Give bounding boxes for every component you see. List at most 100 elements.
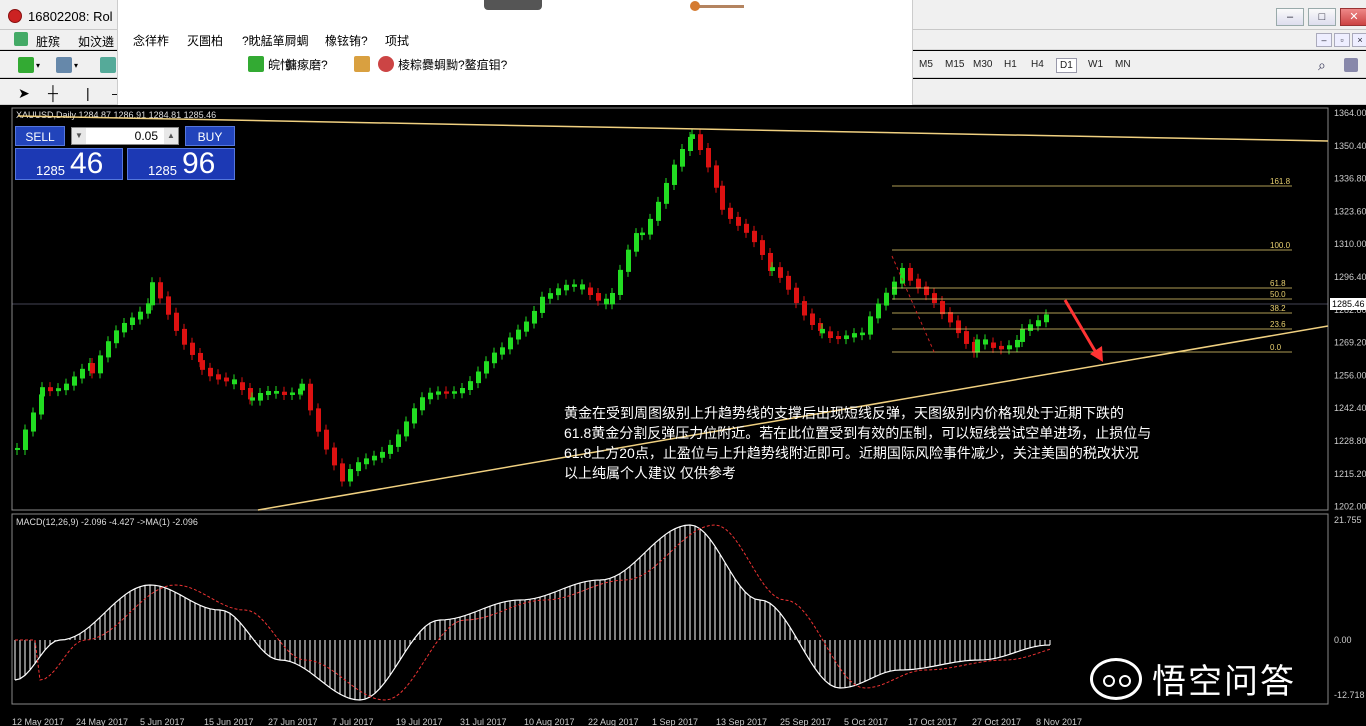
window-title: 16802208: Rol — [28, 9, 113, 24]
chart-icon — [14, 32, 28, 46]
lot-size-input[interactable]: ▼ 0.05 ▲ — [71, 127, 179, 145]
new-chart-button[interactable]: ▾ — [18, 55, 40, 75]
candle-body — [618, 269, 623, 295]
candle-body — [778, 267, 783, 278]
sell-button[interactable]: SELL — [15, 126, 65, 146]
candle-body — [540, 296, 545, 313]
price-tick-label: 1296.40 — [1334, 272, 1366, 282]
candle-body — [736, 216, 741, 226]
candle-body — [412, 408, 417, 424]
date-tick-label: 13 Sep 2017 — [716, 717, 767, 726]
candle-body — [900, 267, 905, 284]
buy-price[interactable]: 1285 96 — [127, 147, 235, 180]
date-tick-label: 31 Jul 2017 — [460, 717, 507, 726]
candle-body — [500, 347, 505, 355]
candle-body — [648, 218, 653, 235]
lot-increase-icon[interactable]: ▲ — [164, 128, 178, 144]
watermark: 悟空问答 — [1090, 654, 1296, 703]
market-watch-button[interactable] — [100, 55, 116, 75]
order-icon — [248, 56, 264, 72]
candle-body — [810, 313, 815, 325]
macd-tick-label: 0.00 — [1334, 635, 1352, 645]
mdi-close-button[interactable]: × — [1352, 33, 1366, 47]
timeframe-mn[interactable]: MN — [1112, 58, 1134, 71]
analysis-annotation: 黄金在受到周图级别上升趋势线的支撑后出现短线反弹，天图级别内价格现处于近期下跌的… — [564, 403, 1254, 483]
history-button[interactable]: 鳙瘃磨? — [285, 53, 328, 75]
minimize-button[interactable]: – — [1276, 8, 1304, 26]
candle-body — [492, 352, 497, 364]
candle-body — [876, 303, 881, 319]
candle-body — [31, 412, 36, 432]
experts-button[interactable] — [354, 53, 376, 75]
candle-body — [932, 293, 937, 304]
candle-body — [356, 462, 361, 472]
profiles-button[interactable]: ▾ — [56, 55, 78, 75]
macd-tick-label: -12.718 — [1334, 690, 1365, 700]
candle-body — [975, 339, 980, 353]
candle-body — [404, 421, 409, 437]
timeframe-m15[interactable]: M15 — [942, 58, 967, 71]
fib-level-label: 23.6 — [1270, 320, 1286, 329]
timeframe-m30[interactable]: M30 — [970, 58, 995, 71]
candle-body — [266, 391, 271, 396]
autotrading-button[interactable]: 棱粽爨蜩黝?鳌疽钼? — [378, 53, 507, 75]
candle-body — [388, 444, 393, 454]
timeframe-w1[interactable]: W1 — [1085, 58, 1106, 71]
price-tick-label: 1336.80 — [1334, 174, 1366, 184]
price-tick-label: 1364.00 — [1334, 108, 1366, 118]
timeframe-d1[interactable]: D1 — [1056, 58, 1077, 73]
popup-menu-item[interactable]: ?眈艋箪屙蜩 — [242, 32, 309, 49]
date-tick-label: 12 May 2017 — [12, 717, 64, 726]
expert-icon — [354, 56, 370, 72]
menu-item[interactable]: 如汶遴 — [78, 33, 114, 50]
close-button[interactable]: ✕ — [1340, 8, 1366, 26]
candle-body — [548, 293, 553, 299]
timeframe-h4[interactable]: H4 — [1028, 58, 1047, 71]
candle-body — [232, 379, 237, 385]
community-button[interactable] — [1344, 55, 1358, 75]
candle-body — [40, 387, 45, 397]
macd-header: MACD(12,26,9) -2.096 -4.427 ->MA(1) -2.0… — [16, 517, 198, 527]
mdi-restore-button[interactable]: ▫ — [1334, 33, 1350, 47]
menu-item[interactable]: 脏殡 — [36, 33, 60, 50]
maximize-button[interactable]: □ — [1308, 8, 1336, 26]
crosshair-tool[interactable]: ┼ — [48, 83, 58, 103]
candle-body — [174, 312, 179, 331]
fib-level-label: 161.8 — [1270, 177, 1291, 186]
candle-body — [1020, 328, 1025, 342]
timeframe-m5[interactable]: M5 — [916, 58, 936, 71]
date-tick-label: 17 Oct 2017 — [908, 717, 957, 726]
timeframe-h1[interactable]: H1 — [1001, 58, 1020, 71]
lot-decrease-icon[interactable]: ▼ — [72, 128, 86, 144]
candle-body — [760, 240, 765, 255]
search-button[interactable]: ⌕ — [1318, 55, 1326, 75]
date-tick-label: 19 Jul 2017 — [396, 717, 443, 726]
date-tick-label: 25 Sep 2017 — [780, 717, 831, 726]
mdi-minimize-button[interactable]: – — [1316, 33, 1332, 47]
candle-body — [706, 148, 711, 168]
candle-body — [991, 342, 996, 348]
popup-menu-item[interactable]: 项拭 — [385, 32, 409, 49]
vertical-line-tool[interactable]: | — [86, 83, 90, 103]
chart-window[interactable]: 1364.00 1350.40 1336.80 1323.60 1310.00 1296.… — [0, 106, 1366, 726]
candle-body — [1028, 324, 1033, 331]
cursor-tool[interactable]: ➤ — [18, 83, 30, 103]
candle-body — [786, 275, 791, 290]
candle-body — [428, 392, 433, 400]
price-tick-label: 1269.20 — [1334, 338, 1366, 348]
candle-body — [588, 287, 593, 296]
sell-price[interactable]: 1285 46 — [15, 147, 123, 180]
candle-body — [114, 330, 119, 344]
candle-body — [90, 363, 95, 374]
candle-body — [372, 455, 377, 461]
popup-menu-item[interactable]: 念徉柞 — [133, 32, 169, 49]
slider-thumb[interactable] — [690, 1, 700, 11]
popup-menu-item[interactable]: 橡铉铕? — [325, 32, 368, 49]
candle-body — [290, 392, 295, 395]
candle-body — [182, 328, 187, 345]
candle-body — [316, 408, 321, 432]
popup-menu-item[interactable]: 灭圄柏 — [187, 32, 223, 49]
buy-button[interactable]: BUY — [185, 126, 235, 146]
candle-body — [596, 293, 601, 301]
candle-body — [672, 164, 677, 185]
